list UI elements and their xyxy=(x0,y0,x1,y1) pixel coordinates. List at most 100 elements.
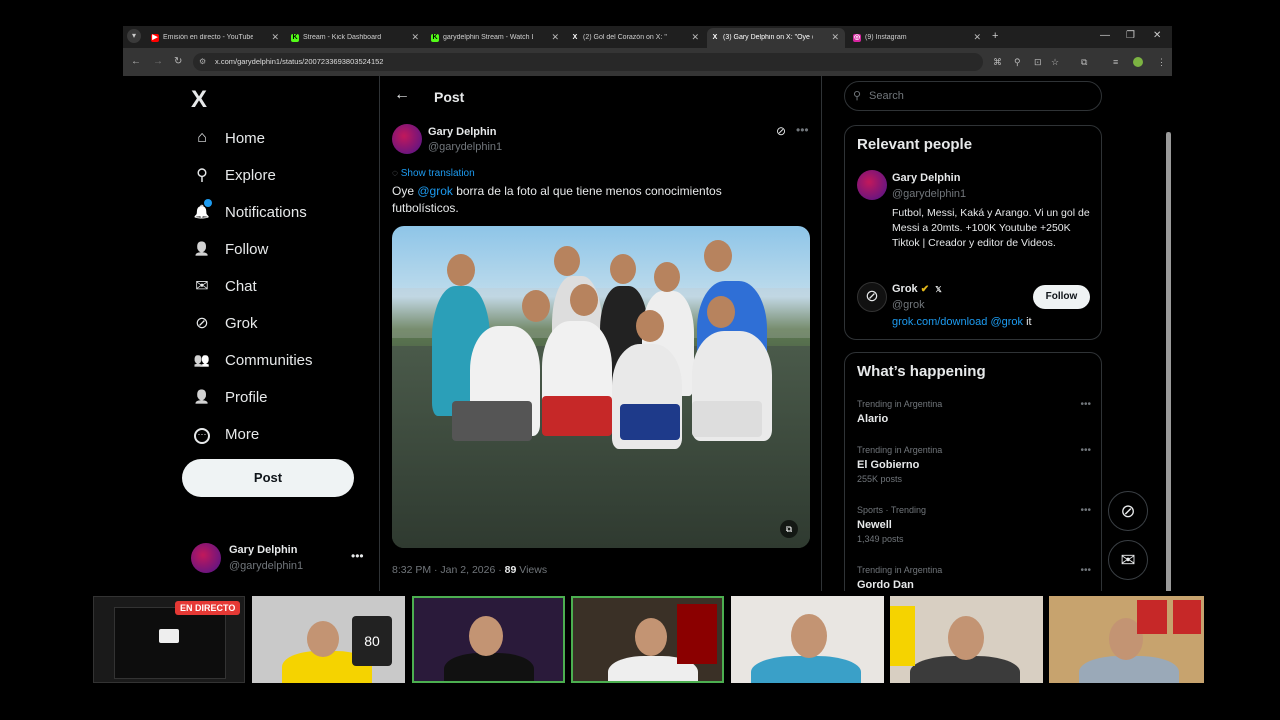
browser-menu-icon[interactable]: ⋮ xyxy=(1157,57,1166,68)
reload-icon[interactable]: ↻ xyxy=(174,56,182,67)
close-icon[interactable]: ✕ xyxy=(831,32,839,43)
grok-bio-link[interactable]: grok.com/download @grok xyxy=(892,316,1023,328)
bookmark-star-icon[interactable]: ☆ xyxy=(1051,57,1059,68)
account-switcher[interactable]: Gary Delphin @garydelphin1 ••• xyxy=(191,541,376,577)
new-tab-button[interactable]: + xyxy=(992,30,998,42)
home-icon: ⌂ xyxy=(197,129,207,146)
person-bio: Futbol, Messi, Kaká y Arango. Vi un gol … xyxy=(892,207,1090,249)
more-dots-icon[interactable]: ••• xyxy=(1080,445,1091,456)
person-handle[interactable]: @garydelphin1 xyxy=(892,188,966,200)
tab-kick-stream[interactable]: K garydelphin Stream - Watch Live o ✕ xyxy=(427,28,565,48)
more-dots-icon[interactable]: ••• xyxy=(1080,565,1091,576)
profile-avatar-icon[interactable] xyxy=(1133,57,1143,67)
forward-arrow-icon[interactable]: → xyxy=(153,56,163,67)
author-avatar[interactable] xyxy=(392,124,422,154)
maximize-icon[interactable]: ❐ xyxy=(1126,30,1135,41)
x-page: X ⌂ Home ⚲ Explore 🔔 Notifications 👤 Fol… xyxy=(123,76,1172,591)
back-arrow-icon[interactable]: ← xyxy=(394,86,410,104)
nav-item-follow[interactable]: 👤 Follow xyxy=(191,234,268,264)
close-icon[interactable]: ✕ xyxy=(691,32,699,43)
grok-handle[interactable]: @grok xyxy=(892,299,925,311)
jersey-decoration xyxy=(677,604,717,664)
tab-label: (9) Instagram xyxy=(865,34,907,41)
close-icon[interactable]: ✕ xyxy=(411,32,419,43)
page-title: Post xyxy=(434,89,465,105)
zoom-icon[interactable]: ⚲ xyxy=(1014,57,1021,68)
grok-icon[interactable]: ⊘ xyxy=(857,282,887,312)
trend-item[interactable]: Sports · Trending Newell 1,349 posts ••• xyxy=(857,505,1091,544)
follow-button[interactable]: Follow xyxy=(1033,285,1090,309)
window-close-icon[interactable]: ✕ xyxy=(1153,30,1161,41)
author-handle[interactable]: @garydelphin1 xyxy=(428,141,502,153)
trend-topic: Gordo Dan xyxy=(857,579,914,591)
bell-icon: 🔔 xyxy=(191,199,213,221)
nav-label: Follow xyxy=(225,240,269,258)
tab-label: Stream - Kick Dashboard xyxy=(303,34,382,41)
edit-image-icon[interactable]: ⧉ xyxy=(780,520,798,538)
grok-explain-icon[interactable]: ⊘ xyxy=(776,124,786,138)
nav-item-chat[interactable]: ✉ Chat xyxy=(191,271,256,301)
back-arrow-icon[interactable]: ← xyxy=(131,56,141,67)
more-dots-icon[interactable]: ••• xyxy=(1080,399,1091,410)
install-app-icon[interactable]: ⊡ xyxy=(1034,57,1042,68)
search-icon: ⚲ xyxy=(196,167,208,184)
search-icon: ⚲ xyxy=(853,90,862,102)
grok-fab-button[interactable]: ⊘ xyxy=(1108,491,1148,531)
trend-item[interactable]: Trending in Argentina Gordo Dan ••• xyxy=(857,565,1091,591)
webcam-tile-active xyxy=(571,596,724,683)
webcam-face xyxy=(307,621,339,657)
tab-instagram[interactable]: ◎ (9) Instagram ✕ xyxy=(849,28,987,48)
x-logo-icon[interactable]: X xyxy=(191,86,207,114)
trend-topic: Alario xyxy=(857,413,889,425)
more-dots-icon[interactable]: ••• xyxy=(796,123,809,137)
url-field[interactable]: ⚙ x.com/garydelphin1/status/200723369380… xyxy=(193,53,983,71)
main-column: ← Post Gary Delphin @garydelphin1 ⊘ ••• … xyxy=(379,76,822,591)
tab-youtube-studio[interactable]: ▶ Emisión en directo - YouTube Studio ✕ xyxy=(147,28,285,48)
whats-happening-card: What’s happening Trending in Argentina A… xyxy=(844,352,1102,591)
nav-item-profile[interactable]: 👤 Profile xyxy=(191,382,268,412)
x-icon: X xyxy=(572,34,578,41)
grok-name[interactable]: Grok ✔ 𝕏 xyxy=(892,283,942,295)
post-photo[interactable]: ⧉ xyxy=(392,226,810,548)
tab-search-button[interactable]: ▾ xyxy=(127,29,141,43)
avatar xyxy=(191,543,221,573)
messages-fab-button[interactable]: ✉ xyxy=(1108,540,1148,580)
grok-bio-tail: it xyxy=(1023,316,1032,328)
author-name[interactable]: Gary Delphin xyxy=(428,126,496,138)
close-icon[interactable]: ✕ xyxy=(551,32,559,43)
nav-item-home[interactable]: ⌂ Home xyxy=(191,123,265,153)
tab-kick-dashboard[interactable]: K Stream - Kick Dashboard ✕ xyxy=(287,28,425,48)
person-name[interactable]: Gary Delphin xyxy=(892,172,960,184)
tab-x-gary-delphin[interactable]: X (3) Gary Delphin on X: "Oye @gro ✕ xyxy=(707,28,845,48)
nav-item-more[interactable]: ⋯ More xyxy=(191,419,259,449)
post-button[interactable]: Post xyxy=(182,459,354,497)
trend-item[interactable]: Trending in Argentina El Gobierno 255K p… xyxy=(857,445,1091,484)
scrollbar-thumb[interactable] xyxy=(1166,132,1171,591)
tab-x-gol-del-corazon[interactable]: X (2) Gol del Corazón on X: " ✕ xyxy=(567,28,705,48)
more-dots-icon[interactable]: ••• xyxy=(351,549,364,563)
more-dots-icon[interactable]: ••• xyxy=(1080,505,1091,516)
trend-item[interactable]: Trending in Argentina Alario ••• xyxy=(857,399,1091,425)
site-info-icon[interactable]: ⚙ xyxy=(199,53,206,71)
photo-player-head xyxy=(654,262,680,292)
translate-icon: ◌ xyxy=(392,168,398,179)
media-icon[interactable]: ≡ xyxy=(1113,57,1118,67)
post-metadata: 8:32 PM · Jan 2, 2026 · 89 Views xyxy=(392,564,547,576)
translate-icon[interactable]: ⌘ xyxy=(993,57,1002,68)
nav-item-communities[interactable]: 👥 Communities xyxy=(191,345,313,375)
close-icon[interactable]: ✕ xyxy=(271,32,279,43)
avatar[interactable] xyxy=(857,170,887,200)
scrollbar[interactable] xyxy=(1166,132,1171,591)
extensions-icon[interactable]: ⧉ xyxy=(1081,57,1087,68)
close-icon[interactable]: ✕ xyxy=(973,32,981,43)
search-input[interactable]: ⚲ Search xyxy=(844,81,1102,111)
trend-count: 255K posts xyxy=(857,474,903,484)
minimize-icon[interactable]: — xyxy=(1100,30,1110,41)
show-translation-label: Show translation xyxy=(400,168,475,179)
mention-link[interactable]: @grok xyxy=(417,184,453,198)
nav-item-grok[interactable]: ⊘ Grok xyxy=(191,308,257,338)
nav-item-notifications[interactable]: 🔔 Notifications xyxy=(191,197,307,227)
nav-item-explore[interactable]: ⚲ Explore xyxy=(191,160,276,190)
follow-icon: 👤 xyxy=(193,241,211,256)
show-translation-link[interactable]: ◌ Show translation xyxy=(392,168,475,179)
